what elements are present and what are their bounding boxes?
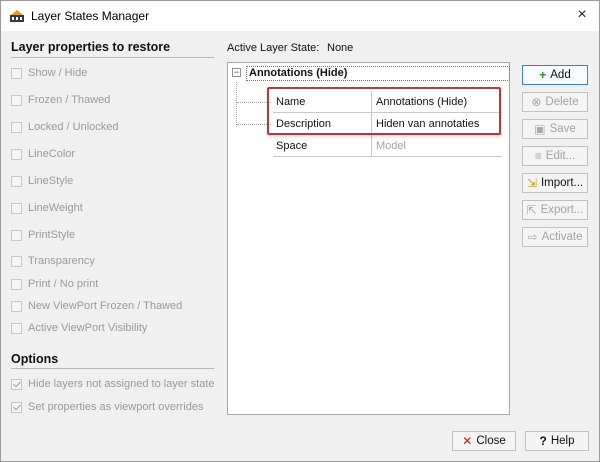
export-button[interactable]: ⇱ Export...: [522, 200, 588, 220]
option-label: Locked / Unlocked: [28, 121, 119, 133]
checkbox[interactable]: [11, 176, 22, 187]
activate-button[interactable]: ⇨ Activate: [522, 227, 588, 247]
checkbox[interactable]: [11, 256, 22, 267]
options-section-heading: Options: [11, 352, 59, 366]
import-button[interactable]: ⇲ Import...: [522, 173, 588, 193]
property-value: Model: [376, 140, 406, 152]
option-label: LineWeight: [28, 202, 83, 214]
active-layer-state-value: None: [327, 42, 354, 54]
help-icon: ?: [539, 434, 547, 448]
checkbox[interactable]: [11, 203, 22, 214]
property-row-space: Space Model: [273, 135, 502, 157]
button-label: Import...: [540, 177, 584, 189]
tree-connector: [236, 82, 237, 127]
row-divider: [273, 156, 502, 157]
tree-connector: [237, 124, 271, 125]
layer-states-manager-window: Layer States Manager × Layer properties …: [0, 0, 600, 462]
checkbox[interactable]: [11, 149, 22, 160]
button-label: Delete: [545, 96, 579, 108]
edit-button[interactable]: ≡ Edit...: [522, 146, 588, 166]
checkbox-checked[interactable]: [11, 379, 22, 390]
checkbox[interactable]: [11, 230, 22, 241]
button-label: Add: [550, 69, 571, 81]
close-window-icon[interactable]: ×: [571, 5, 593, 25]
button-label: Close: [476, 435, 506, 447]
option-label: LineStyle: [28, 175, 74, 187]
tree-connector: [237, 102, 271, 103]
checkbox[interactable]: [11, 68, 22, 79]
plus-icon: +: [539, 68, 547, 82]
help-button[interactable]: ? Help: [525, 431, 589, 451]
option-label: Frozen / Thawed: [28, 94, 111, 106]
option-label: Transparency: [28, 255, 95, 267]
button-label: Export...: [540, 204, 584, 216]
checkbox[interactable]: [11, 301, 22, 312]
checkbox[interactable]: [11, 279, 22, 290]
restore-divider: [11, 57, 214, 58]
option-label: Set properties as viewport overrides: [28, 401, 204, 413]
button-label: Edit...: [545, 150, 576, 162]
option-label: Show / Hide: [28, 67, 88, 79]
restore-section-heading: Layer properties to restore: [11, 40, 171, 54]
options-divider: [11, 368, 214, 369]
option-label: New ViewPort Frozen / Thawed: [28, 300, 183, 312]
button-label: Activate: [541, 231, 583, 243]
active-layer-state-label: Active Layer State:: [227, 42, 320, 54]
edit-icon: ≡: [534, 149, 542, 163]
import-icon: ⇲: [526, 176, 537, 190]
save-button[interactable]: ▣ Save: [522, 119, 588, 139]
button-label: Save: [549, 123, 576, 135]
title-bar: Layer States Manager ×: [1, 1, 599, 31]
checkbox[interactable]: [11, 323, 22, 334]
option-label: Active ViewPort Visibility: [28, 322, 148, 334]
add-button[interactable]: + Add: [522, 65, 588, 85]
option-label: PrintStyle: [28, 229, 76, 241]
option-label: LineColor: [28, 148, 76, 160]
checkbox-checked[interactable]: [11, 402, 22, 413]
tree-node-annotations[interactable]: − Annotations (Hide): [232, 66, 510, 81]
option-label: Hide layers not assigned to layer state: [28, 378, 215, 390]
button-label: Help: [550, 435, 575, 447]
column-divider: [371, 135, 372, 157]
close-button[interactable]: ✕ Close: [452, 431, 516, 451]
tree-node-label[interactable]: Annotations (Hide): [246, 66, 510, 81]
checkbox[interactable]: [11, 95, 22, 106]
delete-icon: ⊗: [531, 95, 542, 109]
property-key: Space: [276, 140, 308, 152]
window-title: Layer States Manager: [31, 9, 150, 23]
layer-states-app-icon: [10, 10, 24, 22]
option-label: Print / No print: [28, 278, 99, 290]
export-icon: ⇱: [526, 203, 537, 217]
checkbox[interactable]: [11, 122, 22, 133]
delete-button[interactable]: ⊗ Delete: [522, 92, 588, 112]
highlight-frame: [267, 87, 501, 135]
close-icon: ✕: [462, 434, 473, 448]
save-icon: ▣: [534, 122, 546, 136]
activate-arrow-icon: ⇨: [527, 230, 538, 244]
collapse-icon[interactable]: −: [232, 68, 241, 77]
